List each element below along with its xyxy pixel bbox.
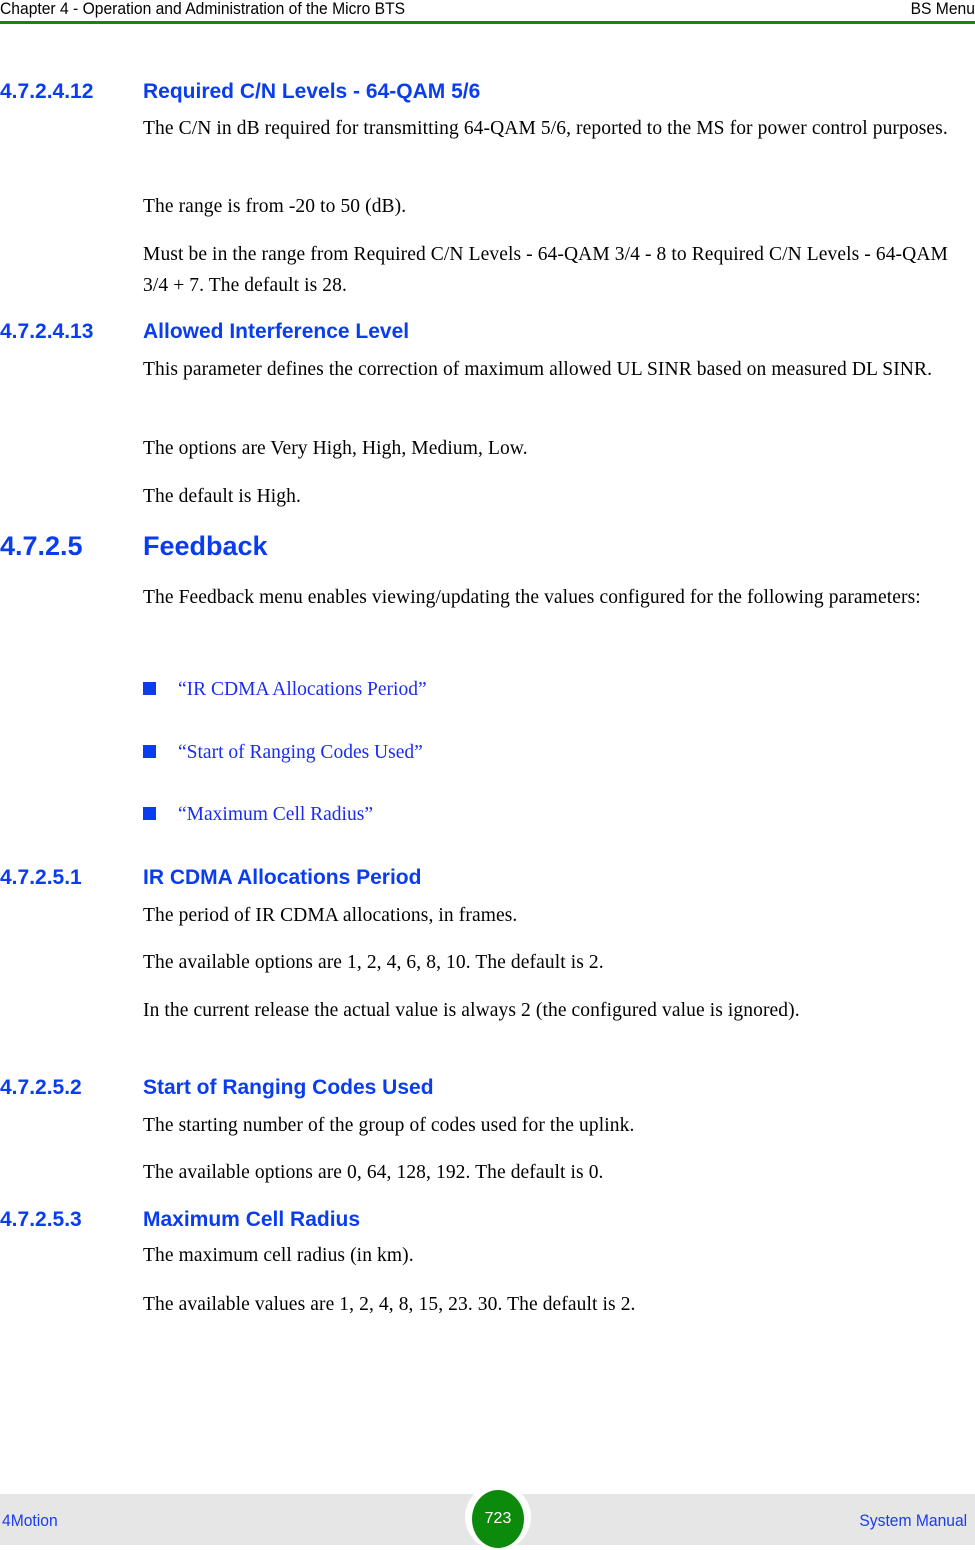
section-title: Maximum Cell Radius [143, 1208, 361, 1231]
bullet-square-icon [143, 745, 156, 758]
link-text[interactable]: “IR CDMA Allocations Period” [178, 679, 427, 700]
paragraph: The range is from -20 to 50 (dB). [143, 196, 407, 217]
section-number: 4.7.2.5.3 [0, 1208, 82, 1231]
section-name: BS Menu [910, 0, 975, 18]
section-title: Allowed Interference Level [143, 320, 410, 343]
manual-name: System Manual [859, 1511, 967, 1530]
section-title: Start of Ranging Codes Used [143, 1076, 434, 1099]
paragraph: The available values are 1, 2, 4, 8, 15,… [143, 1294, 636, 1315]
section-title: IR CDMA Allocations Period [143, 866, 422, 889]
section-number: 4.7.2.5.1 [0, 866, 82, 889]
paragraph: In the current release the actual value … [143, 1000, 800, 1021]
paragraph: The maximum cell radius (in km). [143, 1245, 414, 1266]
section-title: Feedback [143, 531, 268, 561]
link-text[interactable]: “Maximum Cell Radius” [178, 804, 373, 825]
section-title: Required C/N Levels - 64-QAM 5/6 [143, 80, 481, 103]
link-start-of-ranging-codes-used[interactable]: “Start of Ranging Codes Used” [143, 741, 423, 765]
link-text[interactable]: “Start of Ranging Codes Used” [178, 742, 423, 763]
page-number-badge: 723 [472, 1490, 524, 1548]
paragraph: The available options are 1, 2, 4, 6, 8,… [143, 952, 604, 973]
section-number: 4.7.2.4.13 [0, 320, 94, 343]
paragraph: The starting number of the group of code… [143, 1115, 635, 1136]
paragraph: The period of IR CDMA allocations, in fr… [143, 905, 518, 926]
paragraph: Must be in the range from Required C/N L… [143, 244, 948, 296]
paragraph: The available options are 0, 64, 128, 19… [143, 1162, 604, 1183]
link-maximum-cell-radius[interactable]: “Maximum Cell Radius” [143, 803, 373, 827]
link-ir-cdma-allocations-period[interactable]: “IR CDMA Allocations Period” [143, 678, 427, 702]
paragraph: The C/N in dB required for transmitting … [143, 118, 948, 139]
bullet-square-icon [143, 807, 156, 820]
section-number: 4.7.2.4.12 [0, 80, 94, 103]
page-footer: 4Motion 723 System Manual [0, 1484, 975, 1550]
section-number: 4.7.2.5 [0, 531, 83, 561]
product-name: 4Motion [2, 1511, 58, 1530]
chapter-title: Chapter 4 - Operation and Administration… [0, 0, 406, 18]
paragraph: The default is High. [143, 486, 301, 507]
paragraph: The options are Very High, High, Medium,… [143, 438, 528, 459]
bullet-square-icon [143, 682, 156, 695]
paragraph: This parameter defines the correction of… [143, 359, 933, 380]
page-header: Chapter 4 - Operation and Administration… [0, 0, 975, 24]
section-number: 4.7.2.5.2 [0, 1076, 82, 1099]
paragraph: The Feedback menu enables viewing/updati… [143, 587, 921, 608]
